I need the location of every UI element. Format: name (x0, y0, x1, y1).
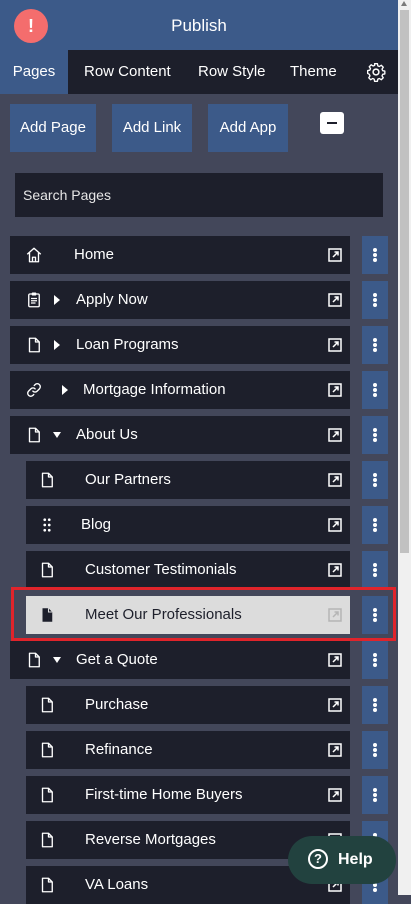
page-row-label: Home (74, 246, 115, 263)
add-link-button[interactable]: Add Link (112, 104, 192, 152)
help-label: Help (338, 851, 373, 868)
row-menu-button[interactable] (362, 461, 388, 499)
row-menu-button[interactable] (362, 416, 388, 454)
row-menu-button[interactable] (362, 506, 388, 544)
row-menu-button[interactable] (362, 596, 388, 634)
page-row-about-us[interactable]: About Us (10, 416, 350, 454)
external-link-icon[interactable] (328, 788, 342, 802)
page-row-label: Mortgage Information (83, 381, 226, 398)
page-row-loan-programs[interactable]: Loan Programs (10, 326, 350, 364)
tab-theme[interactable]: Theme (290, 50, 337, 94)
page-row-blog[interactable]: Blog (26, 506, 350, 544)
top-bar: ! Publish (0, 0, 398, 50)
caret-right-icon[interactable] (52, 339, 62, 351)
add-app-button[interactable]: Add App (208, 104, 288, 152)
row-menu-button[interactable] (362, 236, 388, 274)
page-title: Publish (171, 16, 227, 35)
tab-row-style[interactable]: Row Style (198, 50, 266, 94)
tab-bar: Pages Row Content Row Style Theme (0, 50, 398, 94)
page-row-get-a-quote[interactable]: Get a Quote (10, 641, 350, 679)
page-row-label: Loan Programs (76, 336, 179, 353)
caret-right-icon[interactable] (52, 294, 62, 306)
page-row-label: Purchase (85, 696, 149, 713)
file-icon (41, 787, 53, 803)
page-row-home[interactable]: Home (10, 236, 350, 274)
link-icon (27, 383, 41, 397)
scrollbar-thumb[interactable] (400, 10, 409, 553)
page-row-first-time-home-buyers[interactable]: First-time Home Buyers (26, 776, 350, 814)
external-link-icon[interactable] (328, 653, 342, 667)
gear-icon[interactable] (366, 62, 386, 82)
page-row-customer-testimonials[interactable]: Customer Testimonials (26, 551, 350, 589)
file-icon (41, 832, 53, 848)
page-row-purchase[interactable]: Purchase (26, 686, 350, 724)
page-row-apply-now[interactable]: Apply Now (10, 281, 350, 319)
external-link-icon[interactable] (328, 518, 342, 532)
external-link-icon[interactable] (328, 608, 342, 622)
external-link-icon[interactable] (328, 428, 342, 442)
page-row-label: About Us (76, 426, 138, 443)
file-icon (28, 427, 40, 443)
help-icon: ? (308, 849, 328, 869)
page-row-meet-our-professionals[interactable]: Meet Our Professionals (26, 596, 350, 634)
page-row-label: Blog (81, 516, 112, 533)
external-link-icon[interactable] (328, 293, 342, 307)
page-row-label: Reverse Mortgages (85, 831, 216, 848)
external-link-icon[interactable] (328, 743, 342, 757)
page-row-label: VA Loans (85, 876, 149, 893)
file-icon (41, 697, 53, 713)
home-icon (26, 247, 42, 263)
help-button[interactable]: ? Help (288, 836, 396, 884)
row-menu-button[interactable] (362, 551, 388, 589)
external-link-icon[interactable] (328, 383, 342, 397)
row-menu-button[interactable] (362, 731, 388, 769)
row-menu-button[interactable] (362, 641, 388, 679)
row-menu-button[interactable] (362, 281, 388, 319)
file-icon (28, 337, 40, 353)
row-menu-button[interactable] (362, 371, 388, 409)
caret-down-icon[interactable] (52, 654, 62, 666)
file-icon (28, 652, 40, 668)
external-link-icon[interactable] (328, 563, 342, 577)
add-page-button[interactable]: Add Page (10, 104, 96, 152)
page-row-label: Apply Now (76, 291, 148, 308)
grid-dots-icon[interactable] (38, 516, 56, 534)
page-row-label: Refinance (85, 741, 153, 758)
row-menu-button[interactable] (362, 776, 388, 814)
page-row-our-partners[interactable]: Our Partners (26, 461, 350, 499)
file-icon (41, 472, 53, 488)
search-input[interactable] (15, 173, 383, 217)
file-icon (41, 742, 53, 758)
scroll-up-icon[interactable] (401, 1, 407, 6)
external-link-icon[interactable] (328, 473, 342, 487)
file-icon (41, 877, 53, 893)
clipboard-icon (28, 292, 40, 308)
row-menu-button[interactable] (362, 686, 388, 724)
file-icon (41, 562, 53, 578)
collapse-button[interactable] (320, 112, 344, 134)
page-row-label: Customer Testimonials (85, 561, 237, 578)
external-link-icon[interactable] (328, 698, 342, 712)
page-row-label: Get a Quote (76, 651, 158, 668)
tab-pages[interactable]: Pages (0, 50, 68, 94)
page-row-label: Our Partners (85, 471, 171, 488)
caret-right-icon[interactable] (60, 384, 70, 396)
external-link-icon[interactable] (328, 248, 342, 262)
page-row-refinance[interactable]: Refinance (26, 731, 350, 769)
page-row-label: Meet Our Professionals (85, 606, 242, 623)
file-filled-icon (42, 608, 53, 622)
external-link-icon[interactable] (328, 338, 342, 352)
caret-down-icon[interactable] (52, 429, 62, 441)
page-row-mortgage-information[interactable]: Mortgage Information (10, 371, 350, 409)
row-menu-button[interactable] (362, 326, 388, 364)
tab-row-content[interactable]: Row Content (84, 50, 171, 94)
page-row-label: First-time Home Buyers (85, 786, 243, 803)
